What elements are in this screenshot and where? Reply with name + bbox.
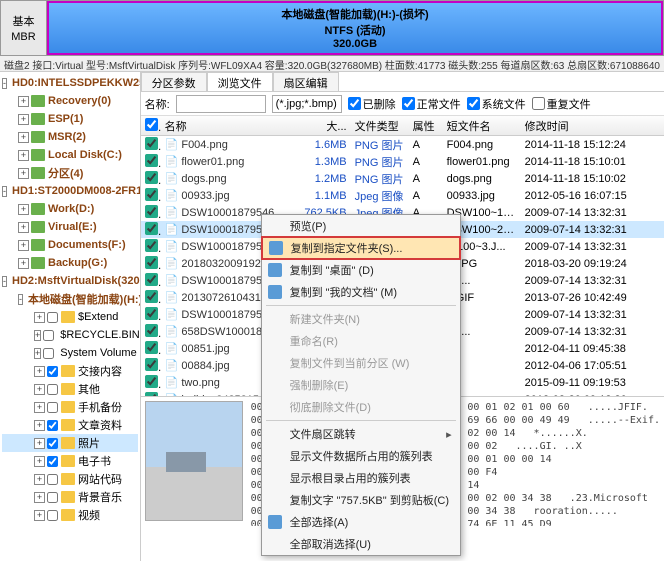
filter-name-input[interactable] (176, 95, 266, 113)
tree-part-damaged[interactable]: -本地磁盘(智能加载)(H:)-(损坏) (2, 290, 138, 308)
tree-folder[interactable]: +文章资料 (2, 416, 138, 434)
ctx-item[interactable]: 显示根目录占用的簇列表 (262, 467, 460, 489)
ctx-item[interactable]: 复制文字 "757.5KB" 到剪贴板(C) (262, 489, 460, 511)
tree-hd0[interactable]: -HD0:INTELSSDPEKKW256G8(238GB) (2, 74, 138, 92)
ctx-item[interactable]: 复制到 "我的文档" (M) (262, 281, 460, 303)
filter-ext-input[interactable] (272, 95, 342, 113)
tree-folder[interactable]: +视频 (2, 506, 138, 524)
tree-part[interactable]: +Virual(E:) (2, 218, 138, 236)
file-checkbox[interactable] (145, 375, 158, 388)
context-menu: 预览(P) 复制到指定文件夹(S)... 复制到 "桌面" (D) 复制到 "我… (261, 214, 461, 556)
file-checkbox[interactable] (145, 188, 158, 201)
device-tree[interactable]: -HD0:INTELSSDPEKKW256G8(238GB) +Recovery… (0, 72, 141, 561)
ctx-item[interactable]: 全部选择(A) (262, 511, 460, 533)
ctx-item[interactable]: 显示文件数据所占用的簇列表 (262, 445, 460, 467)
preview-thumbnail (145, 401, 243, 521)
ctx-item[interactable]: 预览(P) (262, 215, 460, 237)
tab-sector[interactable]: 扇区编辑 (273, 72, 339, 91)
tree-hd1[interactable]: -HD1:ST2000DM008-2FR102(1863GB) (2, 182, 138, 200)
tree-part[interactable]: +Recovery(0) (2, 92, 138, 110)
chk-dup[interactable]: 重复文件 (532, 96, 591, 112)
file-checkbox[interactable] (145, 222, 158, 235)
ctx-item: 新建文件夹(N) (262, 308, 460, 330)
file-checkbox[interactable] (145, 137, 158, 150)
folder-icon (269, 241, 283, 255)
ctx-item: 彻底删除文件(D) (262, 396, 460, 418)
file-checkbox[interactable] (145, 239, 158, 252)
tabs: 分区参数 浏览文件 扇区编辑 (141, 72, 664, 92)
file-row[interactable]: 📄 flower01.png 1.3MB PNG 图片 A flower01.p… (141, 153, 664, 170)
file-checkbox[interactable] (145, 256, 158, 269)
disk-label: 基本 MBR (1, 1, 47, 55)
ctx-item: 重命名(R) (262, 330, 460, 352)
filter-name-label: 名称: (145, 96, 170, 112)
tree-part[interactable]: +Work(D:) (2, 200, 138, 218)
file-checkbox[interactable] (145, 307, 158, 320)
tree-part[interactable]: +MSR(2) (2, 128, 138, 146)
ctx-item: 复制文件到当前分区 (W) (262, 352, 460, 374)
disk-info: 磁盘2 接口:Virtual 型号:MsftVirtualDisk 序列号:WF… (0, 56, 664, 72)
tree-part[interactable]: +Backup(G:) (2, 254, 138, 272)
file-checkbox[interactable] (145, 171, 158, 184)
tab-partition[interactable]: 分区参数 (141, 72, 207, 91)
tree-folder[interactable]: +System Volume Information (2, 344, 138, 362)
tree-folder[interactable]: +背景音乐 (2, 488, 138, 506)
folder-icon (268, 515, 282, 529)
folder-icon (268, 263, 282, 277)
tree-folder[interactable]: +其他 (2, 380, 138, 398)
ctx-item[interactable]: 复制到指定文件夹(S)... (262, 237, 460, 259)
ctx-item[interactable]: 全部取消选择(U) (262, 533, 460, 555)
tree-folder[interactable]: +手机备份 (2, 398, 138, 416)
ctx-item: 强制删除(E) (262, 374, 460, 396)
chk-deleted[interactable]: 已删除 (348, 96, 396, 112)
tree-folder[interactable]: +$RECYCLE.BIN (2, 326, 138, 344)
tree-part[interactable]: +Documents(F:) (2, 236, 138, 254)
file-checkbox[interactable] (145, 290, 158, 303)
tree-folder[interactable]: +$Extend (2, 308, 138, 326)
chk-normal[interactable]: 正常文件 (402, 96, 461, 112)
ctx-item[interactable]: 文件扇区跳转▸ (262, 423, 460, 445)
partition-bar[interactable]: 本地磁盘(智能加载)(H:)-(损坏) NTFS (活动) 320.0GB (47, 1, 663, 55)
file-checkbox[interactable] (145, 358, 158, 371)
tree-part[interactable]: +分区(4) (2, 164, 138, 182)
chk-system[interactable]: 系统文件 (467, 96, 526, 112)
tree-part[interactable]: +ESP(1) (2, 110, 138, 128)
file-checkbox[interactable] (145, 154, 158, 167)
file-checkbox[interactable] (145, 205, 158, 218)
filter-bar: 名称: 已删除 正常文件 系统文件 重复文件 (141, 92, 664, 116)
file-checkbox[interactable] (145, 324, 158, 337)
file-checkbox[interactable] (145, 273, 158, 286)
tree-hd2[interactable]: -HD2:MsftVirtualDisk(320GB) (2, 272, 138, 290)
folder-icon (268, 285, 282, 299)
tree-folder[interactable]: +照片 (2, 434, 138, 452)
tree-folder[interactable]: +网站代码 (2, 470, 138, 488)
file-checkbox[interactable] (145, 341, 158, 354)
tree-folder[interactable]: +电子书 (2, 452, 138, 470)
file-header[interactable]: 名称 大... 文件类型 属性 短文件名 修改时间 (141, 116, 664, 136)
ctx-item[interactable]: 复制到 "桌面" (D) (262, 259, 460, 281)
file-row[interactable]: 📄 F004.png 1.6MB PNG 图片 A F004.png 2014-… (141, 136, 664, 153)
tab-browse[interactable]: 浏览文件 (207, 72, 273, 91)
file-row[interactable]: 📄 00933.jpg 1.1MB Jpeg 图像 A 00933.jpg 20… (141, 187, 664, 204)
tree-part[interactable]: +Local Disk(C:) (2, 146, 138, 164)
file-row[interactable]: 📄 dogs.png 1.2MB PNG 图片 A dogs.png 2014-… (141, 170, 664, 187)
tree-folder[interactable]: +交接内容 (2, 362, 138, 380)
